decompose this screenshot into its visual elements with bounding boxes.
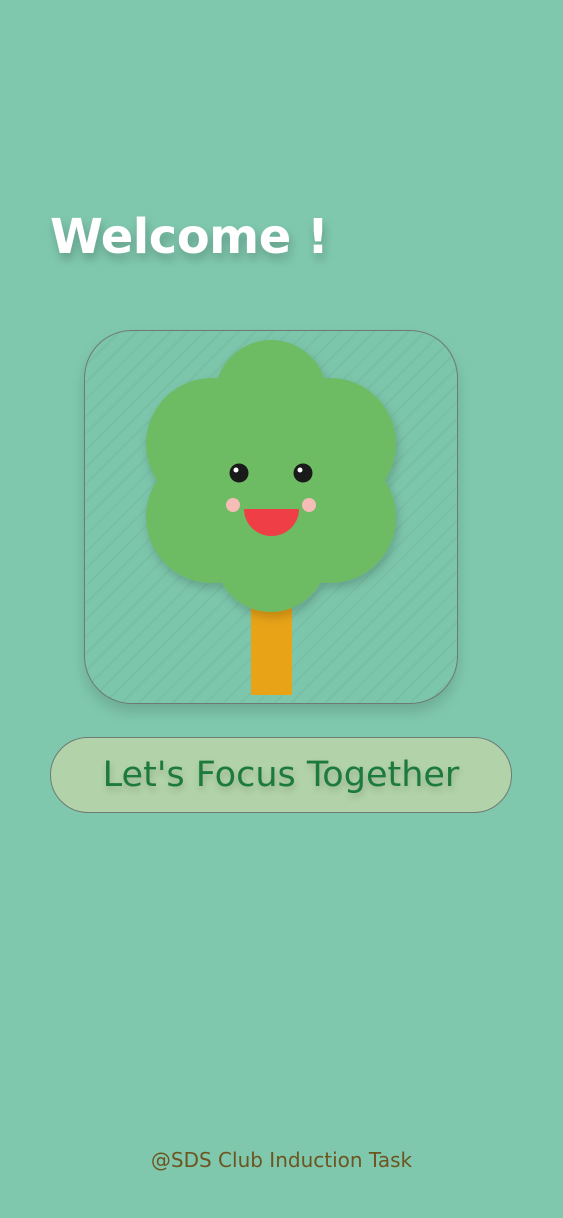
tree-illustration-card <box>84 330 458 704</box>
left-cheek <box>226 498 240 512</box>
smiling-tree-icon <box>146 340 396 695</box>
right-eye <box>293 463 313 483</box>
welcome-heading: Welcome ! <box>50 209 329 265</box>
right-cheek <box>302 498 316 512</box>
lets-focus-together-label: Let's Focus Together <box>102 755 460 795</box>
lets-focus-together-button[interactable]: Let's Focus Together <box>50 737 512 813</box>
tree-trunk <box>251 601 292 695</box>
tree-foliage <box>146 340 396 612</box>
footer-credit: @SDS Club Induction Task <box>150 1148 413 1172</box>
left-eye <box>229 463 249 483</box>
